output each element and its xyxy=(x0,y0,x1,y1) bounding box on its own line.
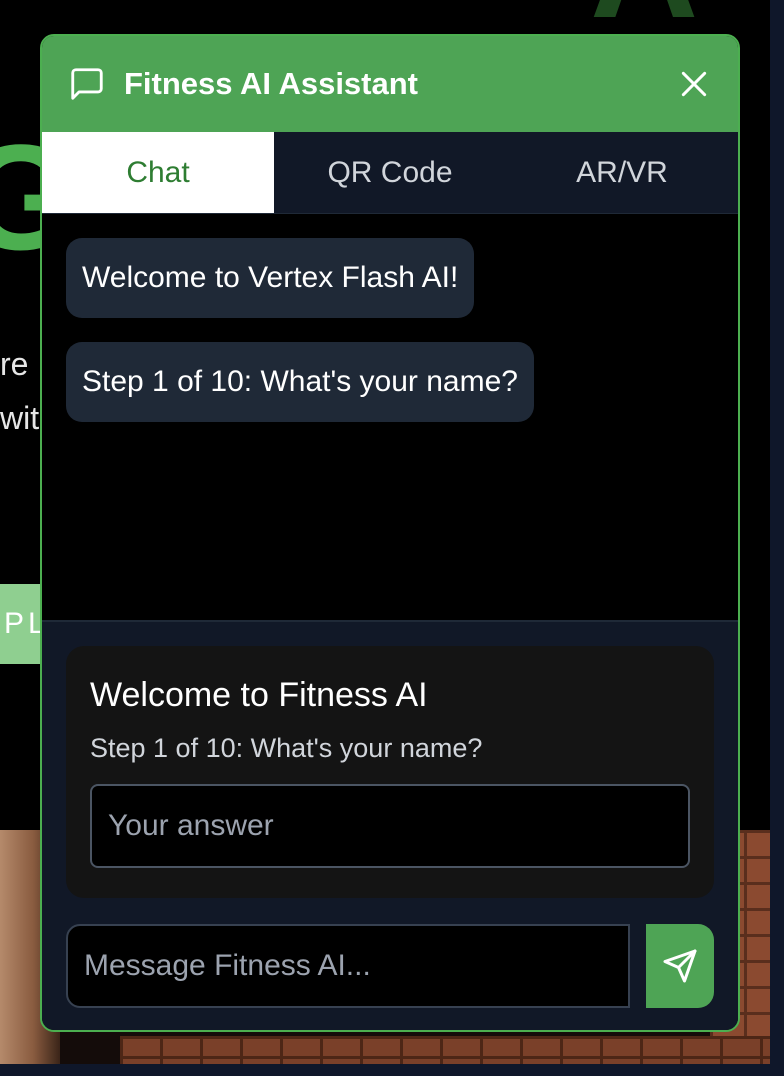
message-row: Welcome to Vertex Flash AI! xyxy=(66,238,714,342)
send-button[interactable] xyxy=(646,924,714,1008)
assistant-message: Welcome to Vertex Flash AI! xyxy=(66,238,475,318)
background-bottom-bar xyxy=(0,1064,784,1076)
onboarding-step-card: Welcome to Fitness AI Step 1 of 10: What… xyxy=(66,646,714,898)
message-list: Welcome to Vertex Flash AI! Step 1 of 10… xyxy=(42,214,738,622)
chat-title: Fitness AI Assistant xyxy=(124,66,419,101)
step-card-question: Step 1 of 10: What's your name? xyxy=(90,733,483,763)
background-scroll-edge xyxy=(770,0,784,1076)
close-button[interactable] xyxy=(674,64,714,104)
message-input[interactable] xyxy=(66,924,630,1008)
assistant-message: Step 1 of 10: What's your name? xyxy=(66,342,534,422)
tab-chat[interactable]: Chat xyxy=(42,132,274,213)
message-row: Step 1 of 10: What's your name? xyxy=(66,342,714,446)
tab-ar-vr[interactable]: AR/VR xyxy=(506,132,738,213)
chat-widget: Fitness AI Assistant Chat QR Code AR/VR … xyxy=(40,34,740,1032)
page: A G re with PL Fitness AI Assistant xyxy=(0,0,784,1076)
background-text-line-1: re xyxy=(0,346,29,382)
message-square-icon xyxy=(68,65,106,103)
tab-bar: Chat QR Code AR/VR xyxy=(42,132,738,214)
step-card-title: Welcome to Fitness AI xyxy=(90,676,428,714)
close-icon xyxy=(681,71,707,97)
message-composer xyxy=(66,924,714,1008)
chat-header: Fitness AI Assistant xyxy=(42,36,738,132)
tab-qr-code[interactable]: QR Code xyxy=(274,132,506,213)
chat-footer: Welcome to Fitness AI Step 1 of 10: What… xyxy=(42,622,738,1030)
answer-input[interactable] xyxy=(90,784,690,868)
send-icon xyxy=(663,949,697,983)
